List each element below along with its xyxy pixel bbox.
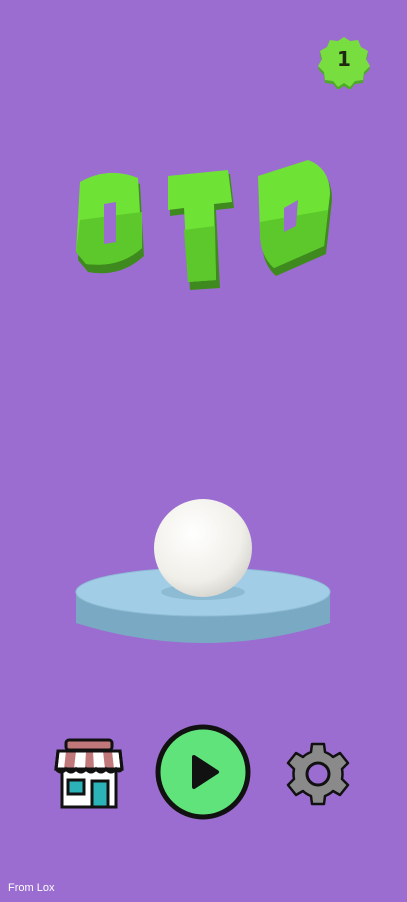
level-badge[interactable]: 1 (313, 31, 375, 89)
settings-button[interactable] (284, 740, 352, 808)
level-number: 1 (337, 47, 351, 71)
shop-button[interactable] (52, 737, 126, 811)
credit-text: From Lox (8, 882, 55, 894)
play-icon (155, 724, 251, 820)
play-button[interactable] (154, 723, 252, 821)
ball (154, 499, 252, 597)
title-logo (76, 160, 332, 290)
shop-icon (54, 738, 124, 809)
title-letter-o-left (76, 172, 144, 274)
gear-icon (286, 742, 350, 806)
title-letter-t (168, 170, 234, 290)
title-letter-o-right (258, 160, 332, 276)
game-scene (75, 499, 331, 643)
